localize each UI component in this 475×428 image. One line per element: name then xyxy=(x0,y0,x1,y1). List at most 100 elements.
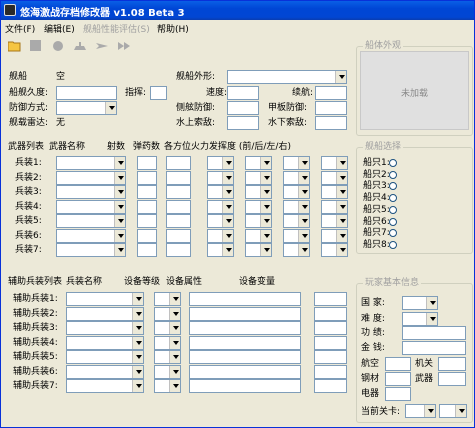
aux-attr-input[interactable] xyxy=(189,364,301,379)
plane-tool-icon[interactable] xyxy=(95,40,109,52)
weapon-fire-back-select[interactable] xyxy=(245,243,272,257)
aux-value-input[interactable] xyxy=(314,321,347,335)
aux-name-select[interactable] xyxy=(66,321,144,335)
electric-input[interactable] xyxy=(385,387,411,401)
aux-name-select[interactable] xyxy=(66,364,144,379)
weapon-ammo-input[interactable] xyxy=(166,170,191,185)
weapon-fire-left-select[interactable] xyxy=(283,170,310,185)
merit-input[interactable] xyxy=(402,326,466,340)
circle-tool-icon[interactable] xyxy=(51,40,65,52)
weapon-fire-left-select[interactable] xyxy=(283,214,310,228)
aux-value-input[interactable] xyxy=(314,306,347,321)
range-input[interactable] xyxy=(315,86,347,100)
weapon-fire-left-select[interactable] xyxy=(283,185,310,199)
weapon-ammo-input[interactable] xyxy=(166,156,191,170)
aux-attr-input[interactable] xyxy=(189,292,301,306)
aux-level-select[interactable] xyxy=(154,306,181,321)
level-stage-select[interactable] xyxy=(439,404,467,418)
aux-attr-input[interactable] xyxy=(189,379,301,393)
weapon-fire-front-select[interactable] xyxy=(207,170,234,185)
weapon-name-select[interactable] xyxy=(56,228,126,243)
menu-file[interactable]: 文件(F) xyxy=(5,22,35,35)
aux-value-input[interactable] xyxy=(314,350,347,364)
weapon-name-select[interactable] xyxy=(56,156,126,170)
weapon-name-select[interactable] xyxy=(56,214,126,228)
aux-value-input[interactable] xyxy=(314,364,347,379)
weapon-fire-back-select[interactable] xyxy=(245,199,272,214)
steel-input[interactable] xyxy=(385,372,411,386)
weapon-range-input[interactable] xyxy=(137,243,157,257)
ship-shape-select[interactable] xyxy=(227,70,347,84)
weapon-fire-back-select[interactable] xyxy=(245,228,272,243)
weapon-name-select[interactable] xyxy=(56,170,126,185)
weapon-fire-front-select[interactable] xyxy=(207,243,234,257)
weapon-fire-front-select[interactable] xyxy=(207,185,234,199)
menu-evaluate[interactable]: 舰船性能评估(S) xyxy=(83,22,150,35)
aux-value-input[interactable] xyxy=(314,335,347,350)
weapon-fire-right-select[interactable] xyxy=(321,214,348,228)
defense-select[interactable] xyxy=(56,101,117,115)
weapon-fire-right-select[interactable] xyxy=(321,199,348,214)
difficulty-select[interactable] xyxy=(402,312,438,326)
weapon-fire-right-select[interactable] xyxy=(321,243,348,257)
aux-name-select[interactable] xyxy=(66,379,144,393)
aux-attr-input[interactable] xyxy=(189,335,301,350)
underwater-search-input[interactable] xyxy=(315,116,347,130)
weapon-ammo-input[interactable] xyxy=(166,228,191,243)
weapon-range-input[interactable] xyxy=(137,214,157,228)
air-input[interactable] xyxy=(385,357,411,371)
aux-level-select[interactable] xyxy=(154,292,181,306)
aux-attr-input[interactable] xyxy=(189,306,301,321)
weapon-range-input[interactable] xyxy=(137,156,157,170)
ship-radio-button[interactable] xyxy=(389,240,397,249)
arrow-tool-icon[interactable] xyxy=(117,40,131,52)
ship-tool-icon[interactable] xyxy=(73,40,87,52)
ship-radio-button[interactable] xyxy=(389,217,397,226)
command-input[interactable] xyxy=(150,86,167,100)
surface-search-input[interactable] xyxy=(227,116,259,130)
weapon-fire-left-select[interactable] xyxy=(283,228,310,243)
weapon-range-input[interactable] xyxy=(137,170,157,185)
aux-value-input[interactable] xyxy=(314,379,347,393)
weapon-fire-back-select[interactable] xyxy=(245,185,272,199)
ship-radio-button[interactable] xyxy=(389,205,397,214)
weapon-range-input[interactable] xyxy=(137,199,157,214)
weapon-fire-left-select[interactable] xyxy=(283,156,310,170)
aux-name-select[interactable] xyxy=(66,306,144,321)
aux-level-select[interactable] xyxy=(154,321,181,335)
weapon-fire-back-select[interactable] xyxy=(245,156,272,170)
weapon-range-input[interactable] xyxy=(137,185,157,199)
aircraft-input[interactable] xyxy=(438,357,466,371)
weapon-input[interactable] xyxy=(438,372,466,386)
weapon-fire-right-select[interactable] xyxy=(321,170,348,185)
weapon-fire-back-select[interactable] xyxy=(245,170,272,185)
save-icon[interactable] xyxy=(29,40,43,52)
weapon-fire-front-select[interactable] xyxy=(207,214,234,228)
weapon-ammo-input[interactable] xyxy=(166,214,191,228)
weapon-ammo-input[interactable] xyxy=(166,243,191,257)
side-armor-input[interactable] xyxy=(227,101,259,115)
weapon-fire-right-select[interactable] xyxy=(321,185,348,199)
aux-level-select[interactable] xyxy=(154,335,181,350)
weapon-fire-right-select[interactable] xyxy=(321,228,348,243)
ship-radio-button[interactable] xyxy=(389,159,397,167)
aux-attr-input[interactable] xyxy=(189,321,301,335)
aux-name-select[interactable] xyxy=(66,292,144,306)
menu-edit[interactable]: 编辑(E) xyxy=(44,22,75,35)
aux-name-select[interactable] xyxy=(66,335,144,350)
aux-level-select[interactable] xyxy=(154,350,181,364)
weapon-fire-left-select[interactable] xyxy=(283,243,310,257)
weapon-fire-front-select[interactable] xyxy=(207,156,234,170)
ship-radio-button[interactable] xyxy=(389,170,397,179)
aux-level-select[interactable] xyxy=(154,364,181,379)
menu-help[interactable]: 帮助(H) xyxy=(157,22,189,35)
open-folder-icon[interactable] xyxy=(7,40,22,52)
money-input[interactable] xyxy=(402,341,466,355)
weapon-name-select[interactable] xyxy=(56,199,126,214)
aux-value-input[interactable] xyxy=(314,292,347,306)
durability-input[interactable] xyxy=(56,86,117,100)
aux-attr-input[interactable] xyxy=(189,350,301,364)
level-chapter-select[interactable] xyxy=(405,404,436,418)
aux-name-select[interactable] xyxy=(66,350,144,364)
country-select[interactable] xyxy=(402,296,438,310)
